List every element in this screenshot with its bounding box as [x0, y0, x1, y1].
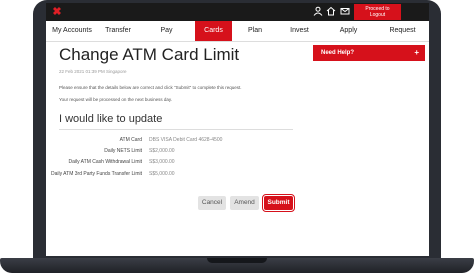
dbs-logo-icon[interactable]: ✖: [51, 6, 63, 18]
detail-value: S$3,000.00: [149, 159, 175, 165]
detail-label: Daily ATM Cash Withdrawal Limit: [68, 159, 142, 165]
mail-icon[interactable]: [339, 6, 351, 18]
nav-invest[interactable]: Invest: [278, 21, 321, 41]
logout-label-line2: Logout: [369, 12, 386, 18]
need-help-label: Need Help?: [321, 50, 355, 56]
user-icon-glyph: [313, 6, 323, 16]
nav-pay[interactable]: Pay: [138, 21, 195, 41]
section-divider: [59, 129, 293, 130]
detail-value: S$2,000.00: [149, 148, 175, 154]
laptop-base: [0, 258, 474, 273]
logout-button[interactable]: Proceed to Logout: [354, 4, 401, 20]
nav-apply[interactable]: Apply: [321, 21, 376, 41]
section-title: I would like to update: [59, 113, 163, 125]
timestamp: 22 Feb 2021 01:39 PM Singapore: [59, 69, 127, 74]
page-title: Change ATM Card Limit: [59, 45, 240, 64]
nav-my-accounts[interactable]: My Accounts: [46, 21, 98, 41]
home-icon-glyph: [326, 6, 336, 16]
processing-note: Your request will be processed on the ne…: [59, 97, 173, 102]
detail-value: S$5,000.00: [149, 171, 175, 177]
detail-value: DBS VISA Debit Card 4628-4500: [149, 137, 223, 143]
submit-button[interactable]: Submit: [262, 194, 295, 212]
nav-transfer[interactable]: Transfer: [98, 21, 138, 41]
main-nav: My Accounts Transfer Pay Cards Plan Inve…: [46, 21, 429, 42]
home-icon[interactable]: [325, 6, 337, 18]
instruction-text: Please ensure that the details below are…: [59, 85, 242, 90]
detail-label: ATM Card: [119, 137, 142, 143]
detail-label: Daily NETS Limit: [104, 148, 142, 154]
detail-label: Daily ATM 3rd Party Funds Transfer Limit: [50, 171, 142, 177]
top-bar: ✖ Proceed to Logout: [46, 3, 429, 21]
nav-plan[interactable]: Plan: [232, 21, 278, 41]
need-help-button[interactable]: Need Help? +: [313, 45, 425, 61]
screen: ✖ Proceed to Logout My Accounts Transfer…: [46, 3, 429, 256]
cancel-button[interactable]: Cancel: [198, 196, 226, 210]
amend-button[interactable]: Amend: [230, 196, 259, 210]
nav-request[interactable]: Request: [376, 21, 429, 41]
nav-cards[interactable]: Cards: [195, 21, 232, 41]
user-icon[interactable]: [312, 6, 324, 18]
mail-icon-glyph: [340, 8, 350, 15]
laptop-notch: [207, 258, 267, 263]
plus-icon: +: [414, 48, 419, 57]
